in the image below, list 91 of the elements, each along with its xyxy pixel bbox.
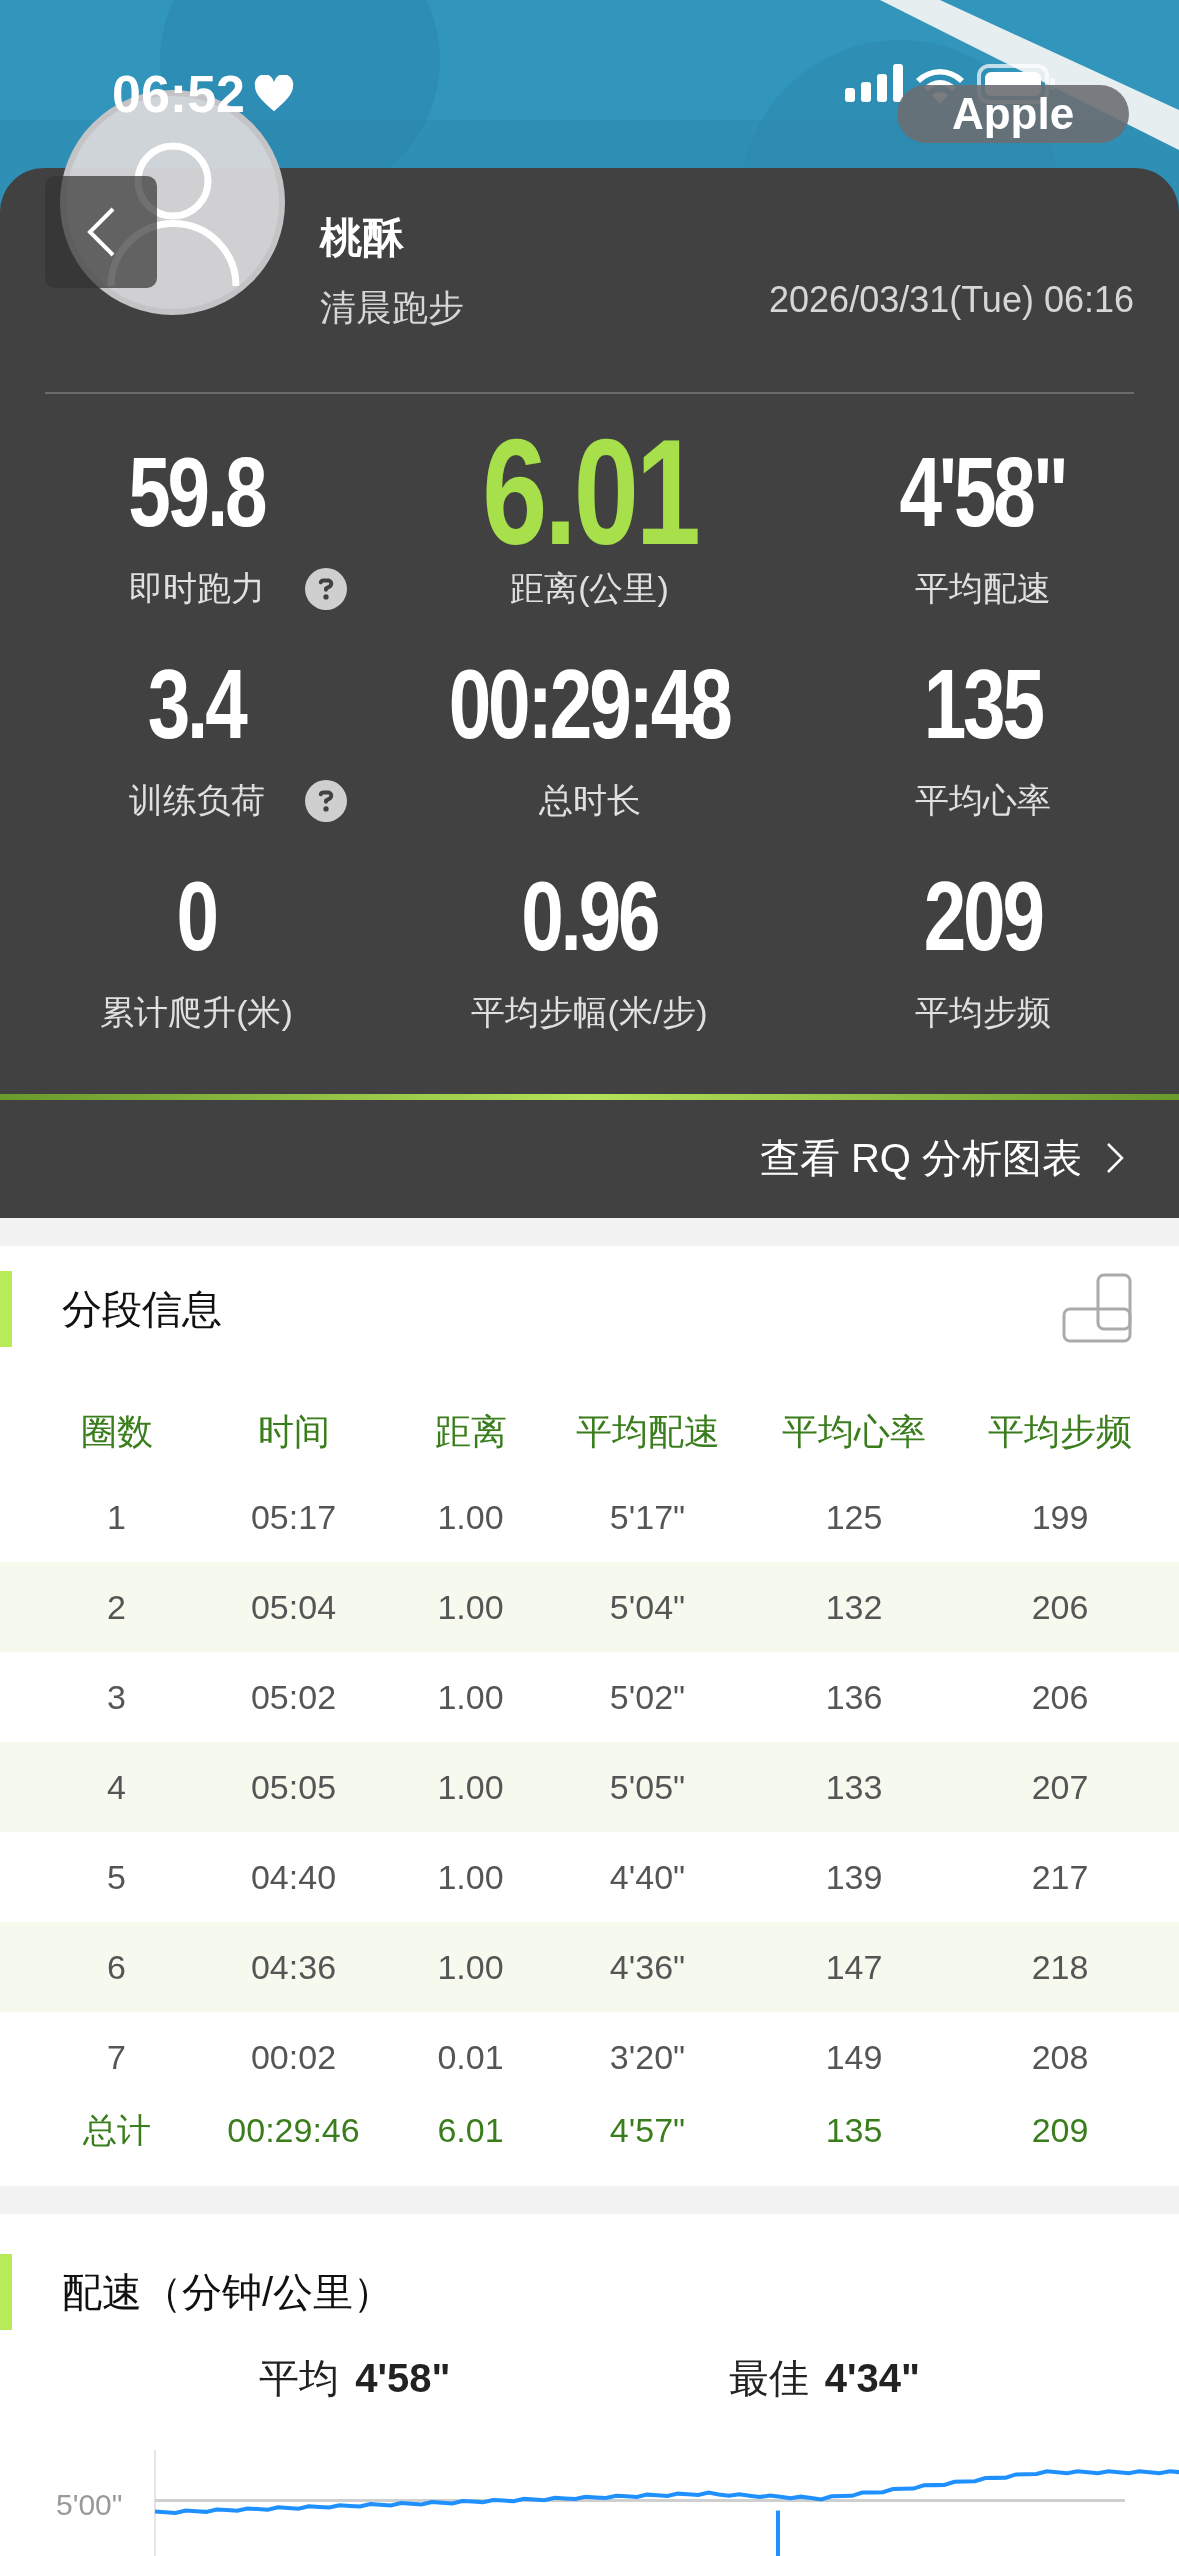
stat-value: 135 [923, 648, 1042, 761]
table-cell-text: 139 [824, 1856, 884, 1898]
table-cell-text: 4'36" [608, 1946, 687, 1988]
signal-icon [845, 64, 903, 104]
stat-label: 训练负荷 [128, 780, 265, 821]
stat-label: 累计爬升(米) [100, 992, 293, 1033]
table-cell-text: 5'17" [608, 1496, 687, 1538]
table-cell-text: 3 [106, 1676, 127, 1718]
stat-value: 209 [923, 860, 1042, 973]
table-cell-text: 4 [106, 1766, 127, 1808]
table-cell-text: 05:05 [249, 1766, 338, 1808]
table-cell-text: 4'57" [608, 2109, 687, 2151]
table-cell-text: 总计 [81, 2109, 152, 2151]
table-cell-text: 6 [106, 1946, 127, 1988]
stat-value: 00:29:48 [449, 648, 730, 761]
stat-value: 59.8 [128, 436, 265, 549]
table-cell-text: 00:29:46 [226, 2109, 361, 2151]
table-cell-text: 3'20" [608, 2036, 687, 2078]
table-cell-text: 132 [824, 1586, 884, 1628]
table-cell-text: 2 [106, 1586, 127, 1628]
table-cell-text: 217 [1030, 1856, 1090, 1898]
table-cell-text: 0.01 [436, 2036, 505, 2078]
table-cell-text: 04:36 [249, 1946, 338, 1988]
table-cell-text: 05:02 [249, 1676, 338, 1718]
section-title: 配速（分钟/公里） [62, 2269, 394, 2316]
table-cell-text: 208 [1030, 2036, 1090, 2078]
table-cell-text: 4'40" [608, 1856, 687, 1898]
table-cell-text: 206 [1030, 1676, 1090, 1718]
stat-label: 平均步幅(米/步) [471, 992, 708, 1033]
help-icon[interactable] [304, 567, 347, 610]
stat-value: 0.96 [521, 860, 658, 973]
table-cell-text: 7 [106, 2036, 127, 2078]
stat-label: 平均步频 [914, 992, 1051, 1033]
table-cell-text: 149 [824, 2036, 884, 2078]
table-cell-text: 136 [824, 1676, 884, 1718]
stat-label: 距离(公里) [510, 568, 669, 609]
pace-summary-label: 平均 [259, 2355, 340, 2402]
table-cell-text: 1.00 [436, 1856, 505, 1898]
heart-icon [253, 75, 295, 113]
column-header: 平均心率 [781, 1410, 927, 1454]
axis-label: 5'00" [56, 2487, 123, 2523]
table-cell-text: 199 [1030, 1496, 1090, 1538]
table-cell-text: 1.00 [436, 1676, 505, 1718]
table-cell-text: 1.00 [436, 1946, 505, 1988]
table-cell-text: 5'02" [608, 1676, 687, 1718]
table-cell-text: 5'04" [608, 1586, 687, 1628]
user-name: 桃酥 [320, 213, 405, 263]
table-cell-text: 1.00 [436, 1496, 505, 1538]
activity-datetime: 2026/03/31(Tue) 06:16 [769, 278, 1134, 322]
stat-value: 4'58" [899, 436, 1066, 549]
column-header: 时间 [256, 1410, 331, 1454]
section-title: 分段信息 [62, 1286, 222, 1333]
table-cell-text: 135 [824, 2109, 884, 2151]
table-cell-text: 05:17 [249, 1496, 338, 1538]
table-cell-text: 04:40 [249, 1856, 338, 1898]
table-cell-text: 147 [824, 1946, 884, 1988]
table-cell-text: 207 [1030, 1766, 1090, 1808]
chevron-right-icon [1106, 1142, 1124, 1174]
pace-summary-label: 最佳 [728, 2355, 809, 2402]
chevron-left-icon [87, 207, 115, 257]
table-cell-text: 00:02 [249, 2036, 338, 2078]
column-header: 平均步频 [987, 1410, 1133, 1454]
stat-label: 总时长 [538, 780, 641, 821]
table-cell-text: 209 [1030, 2109, 1090, 2151]
activity-name: 清晨跑步 [320, 286, 464, 330]
rq-analysis-link[interactable]: 查看 RQ 分析图表 [759, 1128, 1124, 1188]
status-pill: Apple [897, 85, 1129, 143]
stat-value: 3.4 [148, 648, 245, 761]
pace-summary-value: 4'58" [355, 2355, 451, 2402]
table-cell-text: 1 [106, 1496, 127, 1538]
column-header: 距离 [433, 1410, 508, 1454]
table-cell-text: 05:04 [249, 1586, 338, 1628]
stat-label: 即时跑力 [128, 568, 265, 609]
help-icon[interactable] [304, 779, 347, 822]
table-cell-text: 133 [824, 1766, 884, 1808]
column-header: 圈数 [79, 1410, 154, 1454]
table-cell-text: 1.00 [436, 1586, 505, 1628]
table-cell-text: 5'05" [608, 1766, 687, 1808]
table-cell-text: 125 [824, 1496, 884, 1538]
table-cell-text: 6.01 [436, 2109, 505, 2151]
table-cell-text: 1.00 [436, 1766, 505, 1808]
table-cell-text: 5 [106, 1856, 127, 1898]
stat-value: 6.01 [481, 433, 698, 551]
table-cell-text: 206 [1030, 1586, 1090, 1628]
stat-label: 平均配速 [914, 568, 1051, 609]
pace-summary-value: 4'34" [824, 2355, 920, 2402]
back-button[interactable] [45, 176, 157, 288]
stat-label: 平均心率 [914, 780, 1051, 821]
column-header: 平均配速 [574, 1410, 721, 1454]
table-cell-text: 218 [1030, 1946, 1090, 1988]
stat-value: 0 [176, 860, 217, 973]
